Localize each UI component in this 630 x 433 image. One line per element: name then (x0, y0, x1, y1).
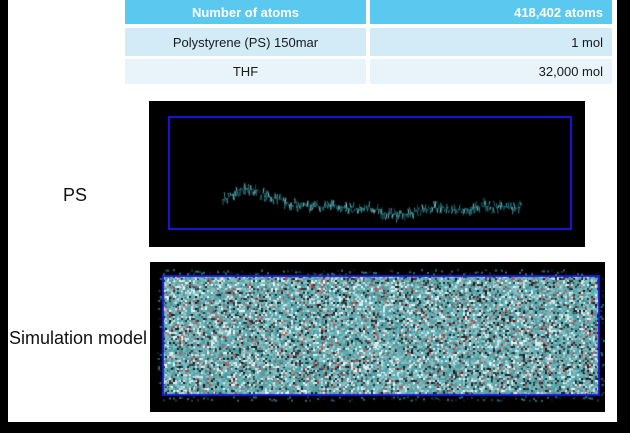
ps-chain-render (149, 101, 585, 247)
table-header-row: Number of atoms 418,402 atoms (125, 0, 612, 24)
table-row: THF 32,000 mol (125, 59, 612, 84)
cell-amount: 1 mol (370, 28, 612, 56)
left-black-bar (0, 0, 8, 433)
table-row: Polystyrene (PS) 150mar 1 mol (125, 28, 612, 56)
simulation-model-render (150, 262, 605, 412)
header-cell-count: 418,402 atoms (370, 0, 612, 24)
simulation-model-label: Simulation model (5, 327, 151, 349)
cell-species: Polystyrene (PS) 150mar (125, 28, 366, 56)
ps-figure-label: PS (0, 184, 150, 206)
cell-species: THF (125, 59, 366, 84)
cell-amount: 32,000 mol (370, 59, 612, 84)
bottom-black-bar (0, 422, 630, 433)
right-black-bar (617, 0, 630, 433)
slide-canvas: Number of atoms 418,402 atoms Polystyren… (0, 0, 630, 433)
header-cell-species: Number of atoms (125, 0, 366, 24)
composition-table: Number of atoms 418,402 atoms Polystyren… (125, 0, 612, 84)
